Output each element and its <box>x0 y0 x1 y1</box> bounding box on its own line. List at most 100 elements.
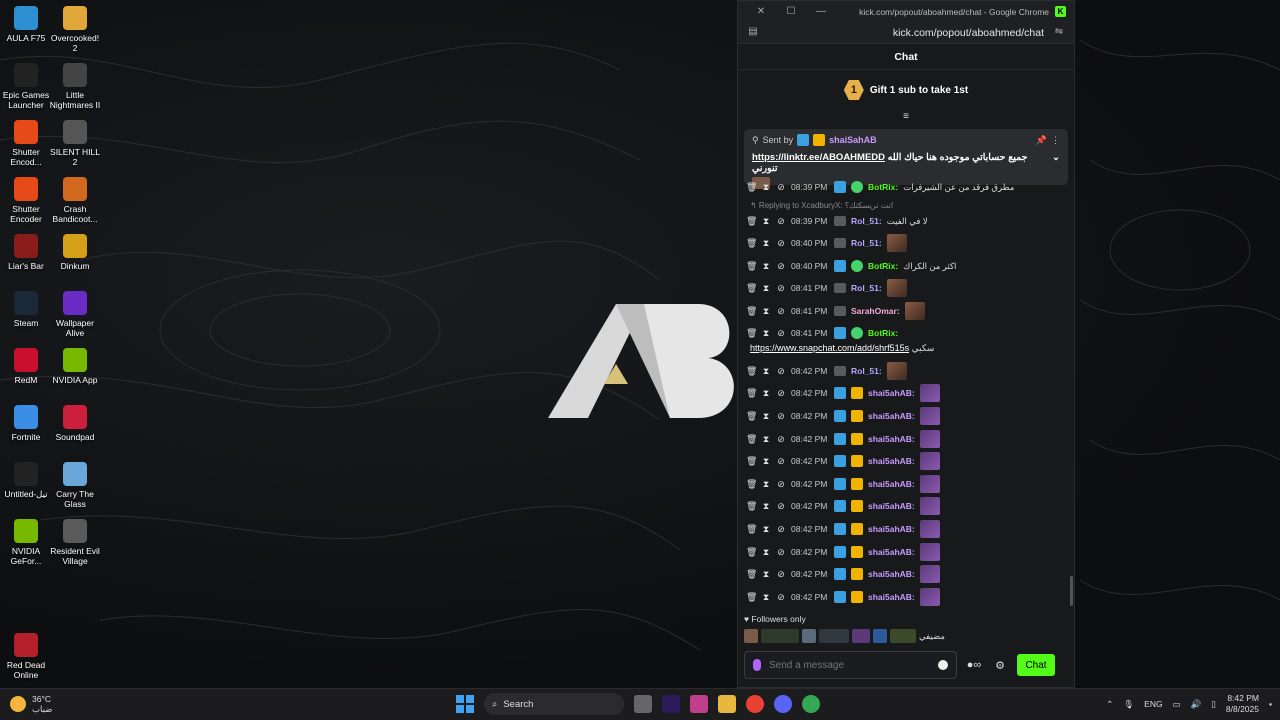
message-username[interactable]: shai5ahAB: <box>868 411 915 421</box>
chevron-up-icon[interactable]: ⌃ <box>1106 699 1113 710</box>
unpin-icon[interactable]: 📌 <box>1036 135 1047 146</box>
filter-icon[interactable]: ≡ <box>738 110 1074 124</box>
instagram-icon[interactable] <box>690 695 708 713</box>
chrome-icon[interactable] <box>746 695 764 713</box>
emote[interactable] <box>873 629 887 643</box>
emote[interactable] <box>919 407 940 425</box>
emote[interactable] <box>886 362 907 380</box>
desktop-icon[interactable]: Shutter Encoder <box>0 177 52 224</box>
timeout-icon[interactable]: ⧗ <box>761 283 771 294</box>
timeout-icon[interactable]: ⧗ <box>761 501 771 512</box>
discord-icon[interactable] <box>774 695 792 713</box>
chat-input-row[interactable]: ●∞ ⚙ Chat <box>744 651 1070 679</box>
reply-context[interactable]: ↰ Replying to XcadburyX: انت تريسكتك؟ <box>750 201 893 210</box>
emote[interactable] <box>919 543 940 561</box>
delete-icon[interactable]: 🗑 <box>746 456 757 467</box>
delete-icon[interactable]: 🗑 <box>746 306 757 317</box>
message-username[interactable]: BotRix: <box>868 261 898 271</box>
delete-icon[interactable]: 🗑 <box>746 592 757 603</box>
desktop-icon[interactable]: Carry The Glass <box>49 462 101 509</box>
message-input-box[interactable] <box>744 651 957 679</box>
ban-icon[interactable]: ⊘ <box>776 434 786 445</box>
emote[interactable] <box>886 279 907 297</box>
emote[interactable] <box>904 302 925 320</box>
timeout-icon[interactable]: ⧗ <box>761 411 771 422</box>
delete-icon[interactable]: 🗑 <box>746 388 757 399</box>
timeout-icon[interactable]: ⧗ <box>761 328 771 339</box>
message-username[interactable]: shai5ahAB: <box>868 501 915 511</box>
microphone-tray-icon[interactable]: 🎙 <box>1123 699 1134 710</box>
ban-icon[interactable]: ⊘ <box>776 306 786 317</box>
chat-message[interactable]: 🗑 ⧗ ⊘ 08:40 PM BotRix: اكثر من الكراك <box>746 256 1068 276</box>
delete-icon[interactable]: 🗑 <box>746 261 757 272</box>
battery-icon[interactable]: ▯ <box>1211 699 1216 710</box>
desktop-icon[interactable]: Dinkum <box>49 234 101 271</box>
snapchat-link[interactable]: https://www.snapchat.com/add/shrf515s <box>750 343 909 353</box>
volume-icon[interactable]: 🔊 <box>1191 699 1202 710</box>
more-options-icon[interactable]: ⋮ <box>1051 135 1060 146</box>
emote[interactable] <box>852 629 870 643</box>
link-message[interactable]: https://www.snapchat.com/add/shrf515s سك… <box>750 343 934 354</box>
message-username[interactable]: Rol_51: <box>851 238 882 248</box>
minimize-icon[interactable]: — <box>806 6 836 17</box>
timeout-icon[interactable]: ⧗ <box>761 306 771 317</box>
message-username[interactable]: shai5ahAB: <box>868 547 915 557</box>
cast-icon[interactable]: ▤ <box>746 26 760 40</box>
task-view-icon[interactable] <box>634 695 652 713</box>
notification-icon[interactable]: ▪ <box>1269 699 1272 709</box>
emote-strip[interactable]: مضيفي <box>744 628 1068 644</box>
url-text[interactable]: kick.com/popout/aboahmed/chat <box>760 27 1052 39</box>
emote[interactable] <box>919 475 940 493</box>
desktop-icon[interactable]: SILENT HILL 2 <box>49 120 101 167</box>
desktop-icon[interactable]: Crash Bandicoot... <box>49 177 101 224</box>
chat-message[interactable]: 🗑 ⧗ ⊘ 08:42 PM shai5ahAB: <box>746 587 1068 607</box>
timeout-icon[interactable]: ⧗ <box>761 547 771 558</box>
message-username[interactable]: Rol_51: <box>851 283 882 293</box>
timeout-icon[interactable]: ⧗ <box>761 456 771 467</box>
ban-icon[interactable]: ⊘ <box>776 216 786 227</box>
timeout-icon[interactable]: ⧗ <box>761 182 771 193</box>
premiere-icon[interactable] <box>662 695 680 713</box>
ban-icon[interactable]: ⊘ <box>776 182 786 193</box>
desktop-icon[interactable]: Soundpad <box>49 405 101 442</box>
delete-icon[interactable]: 🗑 <box>746 479 757 490</box>
desktop-icon[interactable]: NVIDIA GeFor... <box>0 519 52 566</box>
microphone-icon[interactable] <box>753 659 761 671</box>
chrome-active-icon[interactable] <box>802 695 820 713</box>
ban-icon[interactable]: ⊘ <box>776 283 786 294</box>
desktop-icon[interactable]: NVIDIA App <box>49 348 101 385</box>
timeout-icon[interactable]: ⧗ <box>761 238 771 249</box>
desktop-icon[interactable]: Little Nightmares II <box>49 63 101 110</box>
delete-icon[interactable]: 🗑 <box>746 216 757 227</box>
chat-message[interactable]: 🗑 ⧗ ⊘ 08:39 PM BotRix: مطرق فرقد من عن الشيرف… <box>746 177 1068 197</box>
ban-icon[interactable]: ⊘ <box>776 261 786 272</box>
timeout-icon[interactable]: ⧗ <box>761 388 771 399</box>
chat-message[interactable]: 🗑 ⧗ ⊘ 08:42 PM shai5ahAB: <box>746 496 1068 516</box>
message-username[interactable]: BotRix: <box>868 182 898 192</box>
timeout-icon[interactable]: ⧗ <box>761 524 771 535</box>
chat-message[interactable]: 🗑 ⧗ ⊘ 08:42 PM shai5ahAB: <box>746 519 1068 539</box>
emote[interactable] <box>919 384 940 402</box>
network-icon[interactable]: ▭ <box>1173 699 1181 710</box>
desktop-icon[interactable]: Wallpaper Alive <box>49 291 101 338</box>
desktop-icon[interactable]: Overcooked! 2 <box>49 6 101 53</box>
pinned-link[interactable]: https://linktr.ee/ABOAHMEDD <box>752 152 885 163</box>
address-bar[interactable]: ▤ kick.com/popout/aboahmed/chat ⇋ <box>738 22 1074 44</box>
channel-points-icon[interactable]: ●∞ <box>965 659 983 671</box>
timeout-icon[interactable]: ⧗ <box>761 434 771 445</box>
chat-message[interactable]: 🗑 ⧗ ⊘ 08:41 PM BotRix: <box>746 323 1068 343</box>
windows-start-icon[interactable] <box>456 695 474 713</box>
ban-icon[interactable]: ⊘ <box>776 388 786 399</box>
timeout-icon[interactable]: ⧗ <box>761 216 771 227</box>
ban-icon[interactable]: ⊘ <box>776 238 786 249</box>
ban-icon[interactable]: ⊘ <box>776 569 786 580</box>
desktop-icon[interactable]: Resident Evil Village <box>49 519 101 566</box>
delete-icon[interactable]: 🗑 <box>746 547 757 558</box>
timeout-icon[interactable]: ⧗ <box>761 261 771 272</box>
emoji-icon[interactable] <box>938 660 948 670</box>
ban-icon[interactable]: ⊘ <box>776 501 786 512</box>
message-username[interactable]: shai5ahAB: <box>868 569 915 579</box>
maximize-icon[interactable]: ☐ <box>776 6 806 17</box>
clock[interactable]: 8:42 PM 8/8/2025 <box>1226 693 1259 715</box>
chat-scrollbar[interactable] <box>1070 576 1073 606</box>
